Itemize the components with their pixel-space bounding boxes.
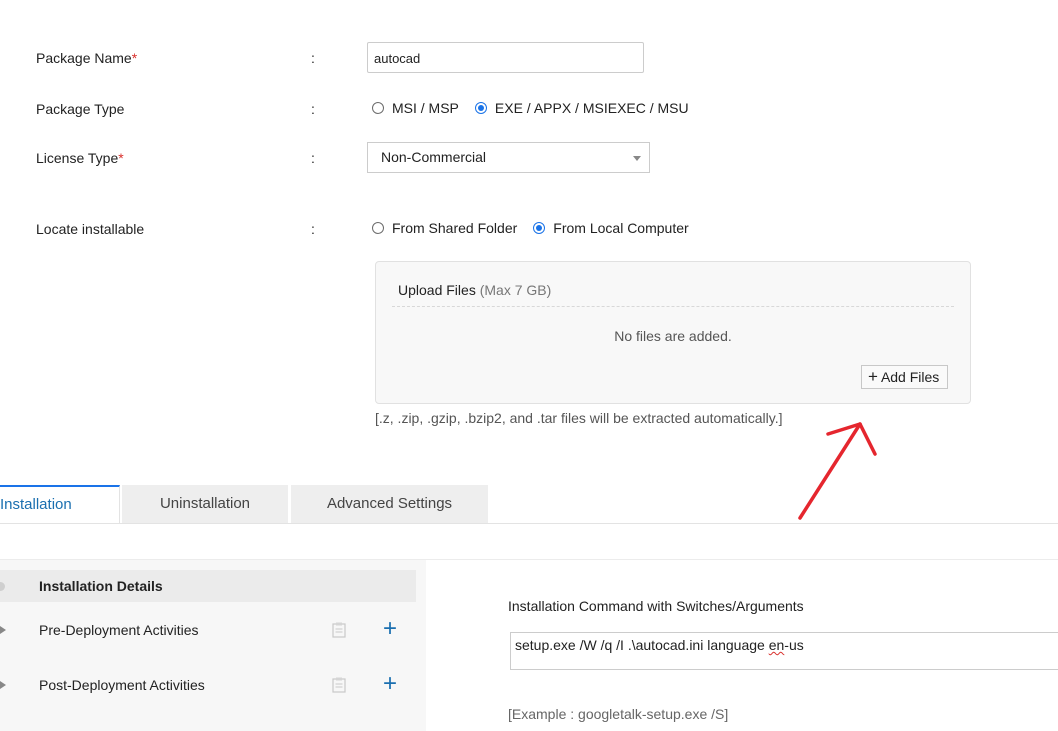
tab-installation[interactable]: Installation (0, 485, 120, 523)
package-type-radio-group: MSI / MSP EXE / APPX / MSIEXEC / MSU (372, 100, 705, 116)
command-text-misspelled: en (768, 637, 785, 653)
plus-icon[interactable]: + (383, 617, 397, 641)
bullet-icon (0, 581, 5, 591)
license-type-label: License Type* (36, 150, 124, 166)
package-type-label: Package Type (36, 101, 125, 117)
radio-unchecked-icon[interactable] (372, 222, 384, 234)
section-label: Installation Details (39, 578, 163, 594)
package-form-page: Package Name* : autocad Package Type : M… (0, 0, 1058, 731)
section-pre-deployment[interactable]: Pre-Deployment Activities + (0, 614, 416, 646)
radio-label: MSI / MSP (392, 100, 459, 116)
clipboard-icon[interactable] (332, 622, 346, 638)
package-type-option-exe[interactable]: EXE / APPX / MSIEXEC / MSU (474, 100, 689, 116)
extract-note: [.z, .zip, .gzip, .bzip2, and .tar files… (375, 410, 783, 426)
radio-label: From Shared Folder (392, 220, 518, 236)
tabs-underline (0, 523, 1058, 524)
license-type-value: Non-Commercial (381, 149, 487, 165)
radio-unchecked-icon[interactable] (372, 102, 384, 114)
installation-command-label: Installation Command with Switches/Argum… (508, 598, 804, 614)
upload-files-panel: Upload Files (Max 7 GB) No files are add… (375, 261, 971, 404)
section-post-deployment[interactable]: Post-Deployment Activities + (0, 669, 416, 701)
package-type-option-msi[interactable]: MSI / MSP (372, 100, 459, 116)
installation-command-input[interactable]: setup.exe /W /q /I .\autocad.ini languag… (510, 632, 1058, 670)
colon: : (311, 101, 315, 117)
locate-installable-radio-group: From Shared Folder From Local Computer (372, 220, 705, 236)
command-text: -us (784, 637, 804, 653)
annotation-arrow-icon (798, 422, 877, 520)
radio-label: EXE / APPX / MSIEXEC / MSU (494, 100, 689, 116)
add-files-label: Add Files (880, 369, 940, 385)
divider (392, 306, 954, 307)
required-mark: * (131, 50, 138, 66)
chevron-down-icon (633, 156, 641, 161)
radio-label: From Local Computer (553, 220, 689, 236)
clipboard-icon[interactable] (332, 677, 346, 693)
expand-triangle-icon[interactable] (0, 626, 6, 634)
section-label: Pre-Deployment Activities (39, 622, 199, 638)
radio-checked-icon[interactable] (533, 222, 546, 234)
upload-title-text: Upload Files (398, 282, 476, 298)
add-files-button[interactable]: + Add Files (861, 365, 949, 389)
tab-advanced-settings[interactable]: Advanced Settings (291, 485, 488, 523)
section-installation-details[interactable]: Installation Details (0, 570, 416, 602)
colon: : (311, 50, 315, 66)
required-mark: * (118, 150, 124, 166)
installation-sections-panel: Installation Details Pre-Deployment Acti… (0, 560, 426, 731)
locate-option-shared-folder[interactable]: From Shared Folder (372, 220, 517, 236)
locate-installable-label: Locate installable (36, 221, 145, 237)
colon: : (311, 221, 315, 237)
section-label: Post-Deployment Activities (39, 677, 205, 693)
plus-icon[interactable]: + (383, 672, 397, 696)
upload-limit-text: (Max 7 GB) (479, 282, 552, 298)
command-text: setup.exe /W /q /I .\autocad.ini languag… (515, 637, 769, 653)
license-type-select[interactable]: Non-Commercial (367, 142, 650, 173)
expand-triangle-icon[interactable] (0, 681, 6, 689)
package-name-label: Package Name* (36, 50, 138, 66)
radio-checked-icon[interactable] (474, 102, 487, 114)
upload-files-title: Upload Files (Max 7 GB) (398, 282, 551, 298)
locate-option-local-computer[interactable]: From Local Computer (533, 220, 689, 236)
tab-uninstallation[interactable]: Uninstallation (122, 485, 288, 523)
plus-icon: + (868, 367, 878, 386)
command-example: [Example : googletalk-setup.exe /S] (508, 706, 729, 722)
colon: : (311, 150, 315, 166)
package-name-input[interactable]: autocad (367, 42, 644, 73)
no-files-message: No files are added. (614, 328, 732, 344)
